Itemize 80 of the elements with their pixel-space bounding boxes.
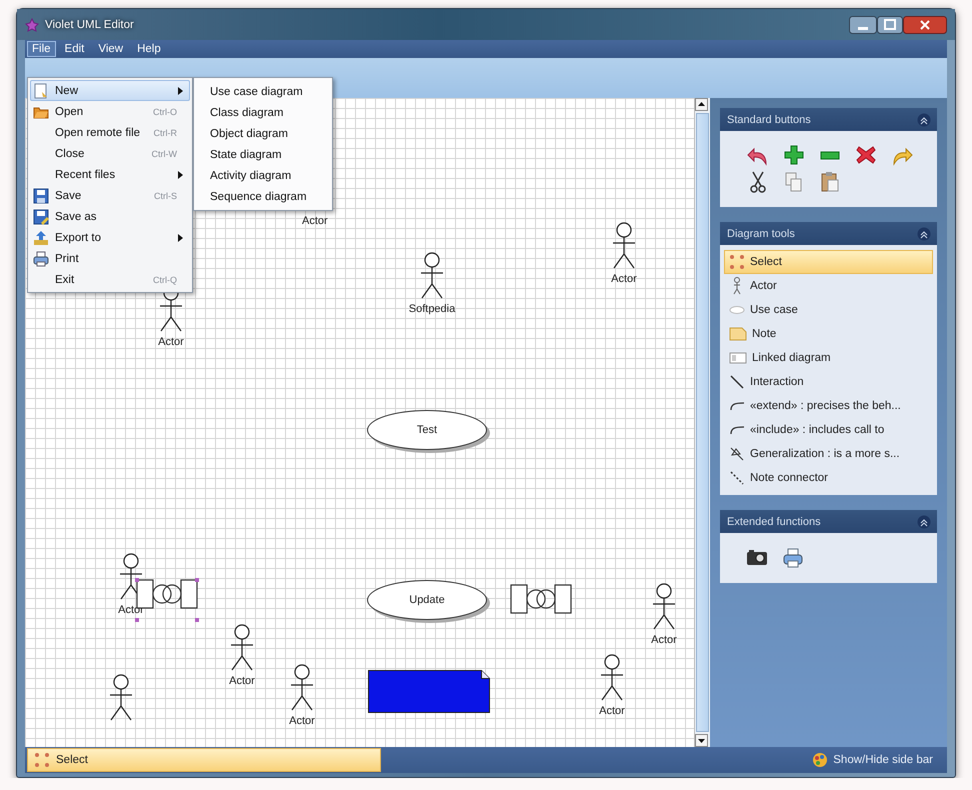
- menu-item[interactable]: Save as: [30, 206, 190, 227]
- actor-label: Actor: [302, 215, 328, 227]
- floppy-icon: [33, 188, 49, 204]
- linked-diagram-icon: [729, 352, 747, 364]
- menu-item[interactable]: Open remote file Ctrl-R: [30, 122, 190, 143]
- window-title: Violet UML Editor: [45, 18, 135, 30]
- generalization-icon: [729, 446, 745, 462]
- panel-title: Extended functions: [727, 516, 821, 528]
- tool-item[interactable]: Select: [724, 250, 933, 274]
- shortcut-label: Ctrl-O: [153, 106, 177, 116]
- document-icon: [33, 82, 49, 98]
- tool-item[interactable]: «extend» : precises the beh...: [724, 394, 933, 418]
- dashed-line-icon: [729, 470, 745, 486]
- menu-item[interactable]: Close Ctrl-W: [30, 143, 190, 164]
- menu-item[interactable]: Recent files: [30, 164, 190, 185]
- printer-icon[interactable]: [782, 547, 804, 569]
- menu-item[interactable]: Object diagram: [210, 123, 326, 144]
- menu-item[interactable]: Exit Ctrl-Q: [30, 269, 190, 290]
- tool-name: Select: [56, 754, 88, 766]
- menu-item[interactable]: View: [93, 41, 128, 57]
- menu-item[interactable]: State diagram: [210, 144, 326, 165]
- export-icon: [33, 230, 49, 246]
- tool-item[interactable]: Generalization : is a more s...: [724, 442, 933, 466]
- menu-item[interactable]: Use case diagram: [210, 81, 326, 102]
- collapse-icon[interactable]: [917, 514, 931, 528]
- close-button[interactable]: [903, 16, 947, 34]
- use-case: Update: [367, 580, 487, 620]
- shortcut-label: Ctrl-S: [154, 190, 177, 200]
- shortcut-label: Ctrl-Q: [153, 274, 177, 284]
- curve-icon: [729, 424, 745, 436]
- menu-item[interactable]: Print: [30, 248, 190, 269]
- menu-item[interactable]: Edit: [60, 41, 90, 57]
- shortcut-label: Ctrl-W: [152, 148, 177, 158]
- menu-item[interactable]: Save Ctrl-S: [30, 185, 190, 206]
- menu-item[interactable]: Activity diagram: [210, 165, 326, 186]
- menu-item[interactable]: Help: [132, 41, 166, 57]
- menu-item[interactable]: Open Ctrl-O: [30, 101, 190, 122]
- note-icon: [729, 327, 747, 341]
- menu-item[interactable]: Sequence diagram: [210, 186, 326, 207]
- shortcut-label: Ctrl-R: [154, 128, 177, 138]
- actor-label: Softpedia: [408, 303, 456, 315]
- actor-label: Actor: [611, 273, 637, 285]
- tool-item[interactable]: «include» : includes call to: [724, 418, 933, 442]
- menu-item[interactable]: Class diagram: [210, 102, 326, 123]
- scroll-up-icon[interactable]: [695, 98, 708, 111]
- actor-label: Actor: [158, 336, 184, 348]
- select-icon: [34, 752, 50, 768]
- panel-title: Diagram tools: [727, 228, 795, 240]
- tool-item[interactable]: Note connector: [724, 466, 933, 490]
- collapse-icon[interactable]: [917, 226, 931, 240]
- panel-title: Standard buttons: [727, 114, 811, 126]
- use-case: Test: [367, 410, 487, 450]
- scrollbar[interactable]: [694, 98, 710, 747]
- line-icon: [729, 374, 745, 390]
- curve-icon: [729, 400, 745, 412]
- tool-item[interactable]: Linked diagram: [724, 346, 933, 370]
- tool-item[interactable]: Use case: [724, 298, 933, 322]
- actor-label: Actor: [651, 634, 677, 646]
- use-case-icon: [729, 305, 745, 315]
- tool-item[interactable]: Note: [724, 322, 933, 346]
- floppy-icon: [33, 208, 49, 224]
- maximize-button[interactable]: [877, 16, 903, 34]
- minimize-button[interactable]: [849, 16, 877, 34]
- select-icon: [729, 254, 745, 270]
- camera-icon[interactable]: [746, 547, 768, 567]
- actor-label: Actor: [599, 705, 625, 717]
- actor-label: Actor: [229, 675, 255, 687]
- menu-item[interactable]: File: [27, 41, 56, 57]
- menu-item[interactable]: Export to: [30, 227, 190, 248]
- add-icon[interactable]: [782, 143, 806, 167]
- sidebar-toggle-link[interactable]: Show/Hide side bar: [812, 752, 933, 768]
- tool-item[interactable]: Interaction: [724, 370, 933, 394]
- tool-item[interactable]: Actor: [724, 274, 933, 298]
- app-icon: [25, 18, 39, 32]
- palette-icon: [812, 752, 828, 768]
- collapse-icon[interactable]: [917, 112, 931, 126]
- menu-item[interactable]: New: [30, 80, 190, 101]
- printer-icon: [33, 250, 49, 266]
- scroll-down-icon[interactable]: [695, 734, 708, 747]
- actor-label: Actor: [289, 715, 315, 727]
